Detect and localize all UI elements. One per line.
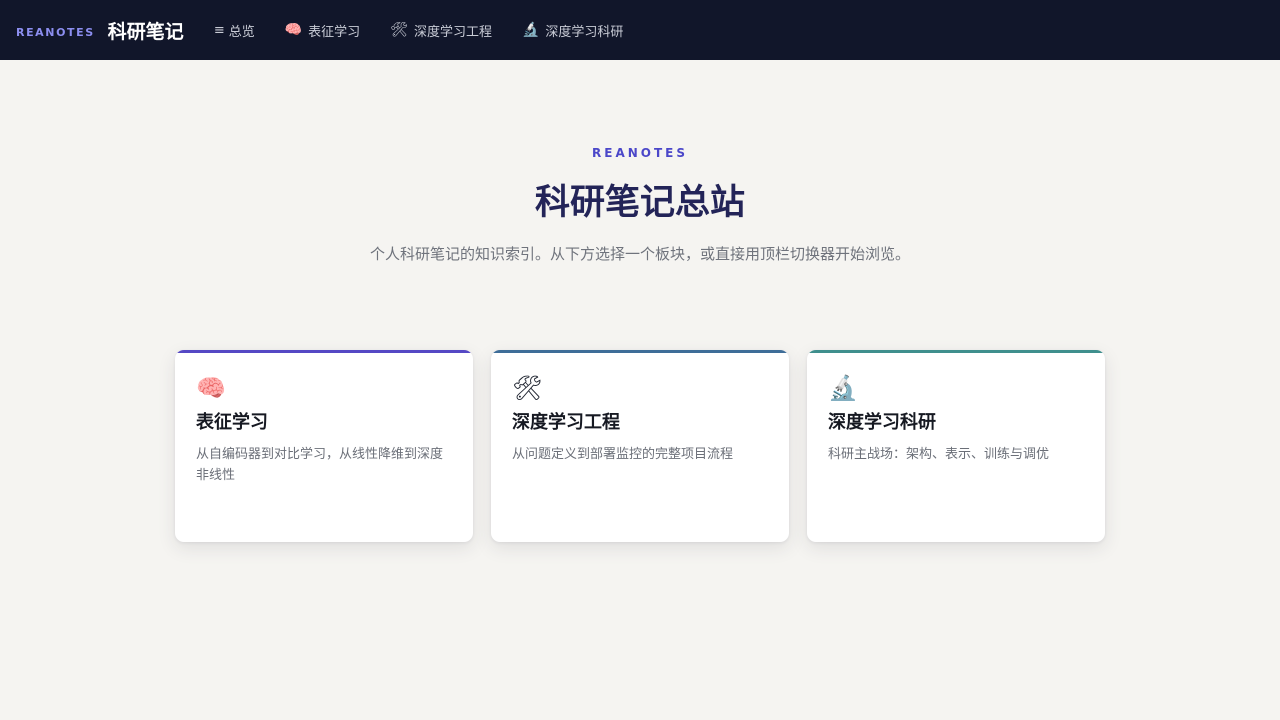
hero-eyebrow: REANOTES bbox=[592, 146, 688, 160]
brand-title[interactable]: 科研笔记 bbox=[108, 17, 184, 44]
nav-item-dl-engineering[interactable]: 🛠 深度学习工程 bbox=[390, 21, 492, 40]
nav-item-representation-learning[interactable]: 🧠 表征学习 bbox=[285, 21, 360, 40]
page-title: 科研笔记总站 bbox=[534, 183, 745, 223]
card-description: 从自编码器到对比学习，从线性降维到深度非线性 bbox=[196, 447, 444, 483]
nav-item-label: 深度学习工程 bbox=[413, 24, 492, 40]
brand-tag[interactable]: REANOTES bbox=[16, 26, 95, 39]
card-description: 从问题定义到部署监控的完整项目流程 bbox=[512, 447, 734, 462]
card-dl-research[interactable]: 🔬 深度学习科研 科研主战场：架构、表示、训练与调优 bbox=[807, 350, 1105, 542]
tools-icon: 🛠 bbox=[390, 22, 408, 38]
nav-item-label: 深度学习科研 bbox=[545, 24, 624, 40]
card-description: 科研主战场：架构、表示、训练与调优 bbox=[828, 447, 1050, 462]
microscope-icon: 🔬 bbox=[521, 22, 540, 38]
nav-item-overview[interactable]: ≡ 总览 bbox=[214, 21, 255, 40]
section-cards: 🧠 表征学习 从自编码器到对比学习，从线性降维到深度非线性 🛠 深度学习工程 从… bbox=[175, 350, 1105, 542]
brain-icon: 🧠 bbox=[284, 22, 303, 38]
hero-section: REANOTES 科研笔记总站 个人科研笔记的知识索引。从下方选择一个板块，或直… bbox=[0, 60, 1280, 268]
menu-icon: ≡ bbox=[213, 22, 225, 38]
top-navigation-bar: REANOTES 科研笔记 ≡ 总览 🧠 表征学习 🛠 深度学习工程 🔬 深度学… bbox=[0, 0, 1280, 60]
nav-item-dl-research[interactable]: 🔬 深度学习科研 bbox=[522, 21, 623, 40]
card-title: 深度学习工程 bbox=[512, 412, 620, 433]
hero-subtitle: 个人科研笔记的知识索引。从下方选择一个板块，或直接用顶栏切换器开始浏览。 bbox=[370, 245, 911, 263]
section-switcher: ≡ 总览 🧠 表征学习 🛠 深度学习工程 🔬 深度学习科研 bbox=[214, 21, 654, 40]
nav-item-label: 表征学习 bbox=[308, 24, 361, 40]
brain-icon: 🧠 bbox=[196, 374, 226, 402]
card-dl-engineering[interactable]: 🛠 深度学习工程 从问题定义到部署监控的完整项目流程 bbox=[491, 350, 789, 542]
nav-item-label: 总览 bbox=[228, 24, 255, 40]
microscope-icon: 🔬 bbox=[828, 374, 858, 402]
tools-icon: 🛠 bbox=[512, 374, 543, 402]
card-title: 表征学习 bbox=[196, 412, 268, 433]
card-title: 深度学习科研 bbox=[828, 412, 936, 433]
card-representation-learning[interactable]: 🧠 表征学习 从自编码器到对比学习，从线性降维到深度非线性 bbox=[175, 350, 473, 542]
